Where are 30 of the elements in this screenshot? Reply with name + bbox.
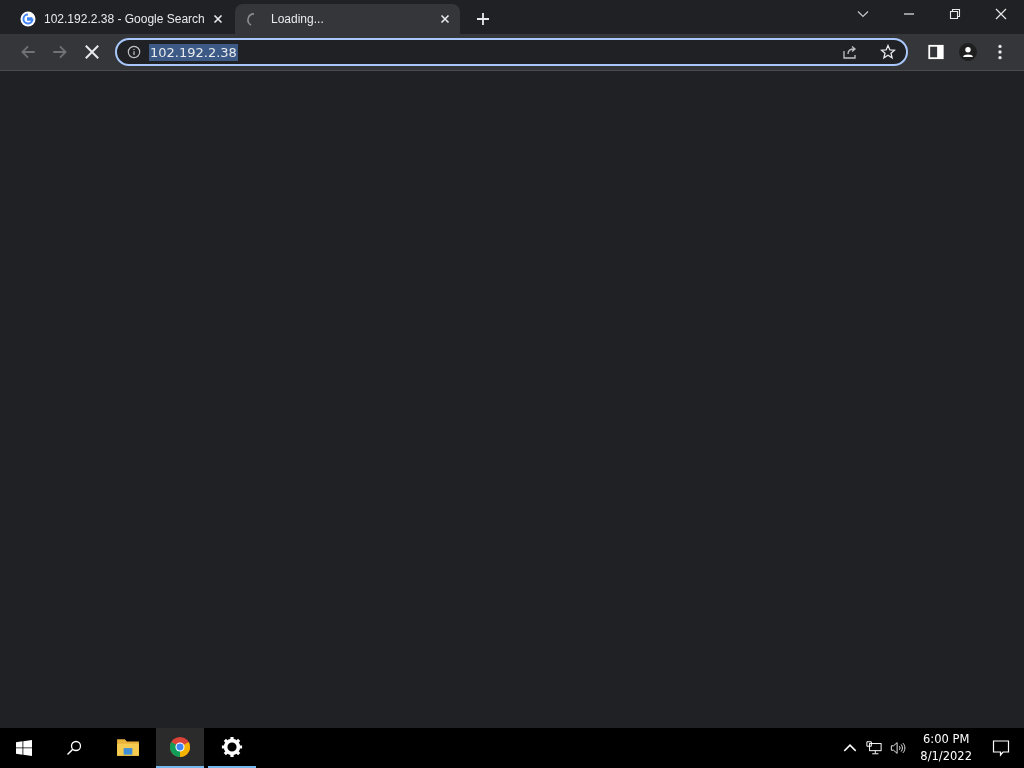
side-panel-icon[interactable] (927, 43, 945, 61)
info-icon (127, 45, 141, 59)
gear-icon (220, 736, 244, 758)
close-icon[interactable] (440, 14, 450, 24)
folder-icon (116, 736, 140, 758)
clock-time[interactable]: 6:00 PM (923, 731, 970, 748)
share-icon[interactable] (842, 44, 858, 60)
taskbar-app[interactable] (156, 728, 204, 768)
close-icon[interactable] (213, 14, 223, 24)
back-arrow-icon[interactable] (19, 43, 37, 61)
stop-icon[interactable] (83, 43, 101, 61)
address-bar[interactable]: 102.192.2.38 (115, 38, 908, 66)
profile-icon[interactable] (959, 43, 977, 61)
chrome-icon (168, 736, 192, 758)
notification-icon[interactable] (992, 739, 1010, 757)
browser-tab[interactable]: Loading... (235, 4, 460, 34)
network-icon[interactable] (866, 740, 883, 756)
clock-date[interactable]: 8/1/2022 (920, 748, 972, 765)
search-icon[interactable] (66, 740, 82, 756)
star-icon[interactable] (880, 44, 896, 60)
restore-icon[interactable] (948, 7, 962, 21)
speaker-icon[interactable] (890, 740, 907, 756)
forward-arrow-icon[interactable] (51, 43, 69, 61)
url-text: 102.192.2.38 (149, 43, 238, 61)
browser-tab[interactable]: 102.192.2.38 - Google Search (8, 4, 233, 34)
new-tab-icon[interactable] (476, 12, 490, 26)
windows-start-icon[interactable] (16, 740, 32, 756)
tab-title: Loading... (271, 12, 325, 26)
close-icon[interactable] (994, 7, 1008, 21)
tab-title: 102.192.2.38 - Google Search (44, 12, 205, 26)
